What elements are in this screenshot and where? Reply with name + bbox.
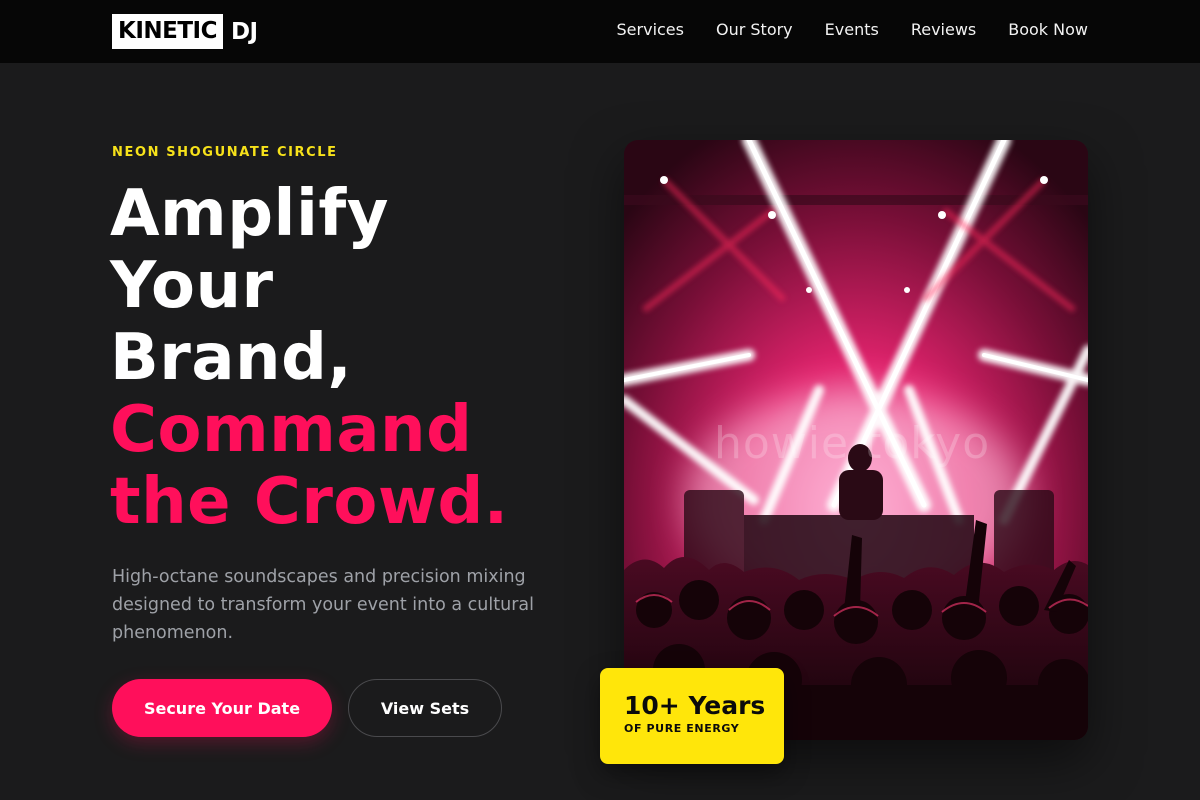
headline-line-2: Your <box>110 249 274 323</box>
headline-accent-line-2: the Crowd. <box>110 465 509 539</box>
nav-link-our-story[interactable]: Our Story <box>716 20 793 39</box>
nav-link-events[interactable]: Events <box>825 20 879 39</box>
view-sets-button[interactable]: View Sets <box>348 679 502 737</box>
top-navbar: KINETIC DJ Services Our Story Events Rev… <box>0 0 1200 63</box>
nav-link-services[interactable]: Services <box>617 20 684 39</box>
nav-link-book-now[interactable]: Book Now <box>1008 20 1088 39</box>
headline-line-1: Amplify <box>110 177 389 251</box>
experience-badge: 10+ Years OF PURE ENERGY <box>600 668 784 764</box>
brand-logo[interactable]: KINETIC DJ <box>112 14 258 49</box>
nav-link-reviews[interactable]: Reviews <box>911 20 976 39</box>
nav-links: Services Our Story Events Reviews Book N… <box>617 20 1088 39</box>
hero-subtext: High-octane soundscapes and precision mi… <box>112 567 534 643</box>
headline-line-3: Brand, <box>110 321 353 395</box>
logo-box: KINETIC <box>112 14 223 49</box>
secure-date-button[interactable]: Secure Your Date <box>112 679 332 737</box>
badge-caption: OF PURE ENERGY <box>624 722 740 735</box>
hero-concert-photo: howie tokyo <box>624 140 1088 740</box>
logo-text: DJ <box>230 18 258 45</box>
hero-eyebrow: NEON SHOGUNATE CIRCLE <box>112 145 338 160</box>
headline-accent-line-1: Command <box>110 393 473 467</box>
badge-headline: 10+ Years <box>624 691 766 720</box>
image-watermark: howie tokyo <box>714 418 991 469</box>
hero-headline: Amplify Your Brand, Command the Crowd. <box>110 178 509 538</box>
